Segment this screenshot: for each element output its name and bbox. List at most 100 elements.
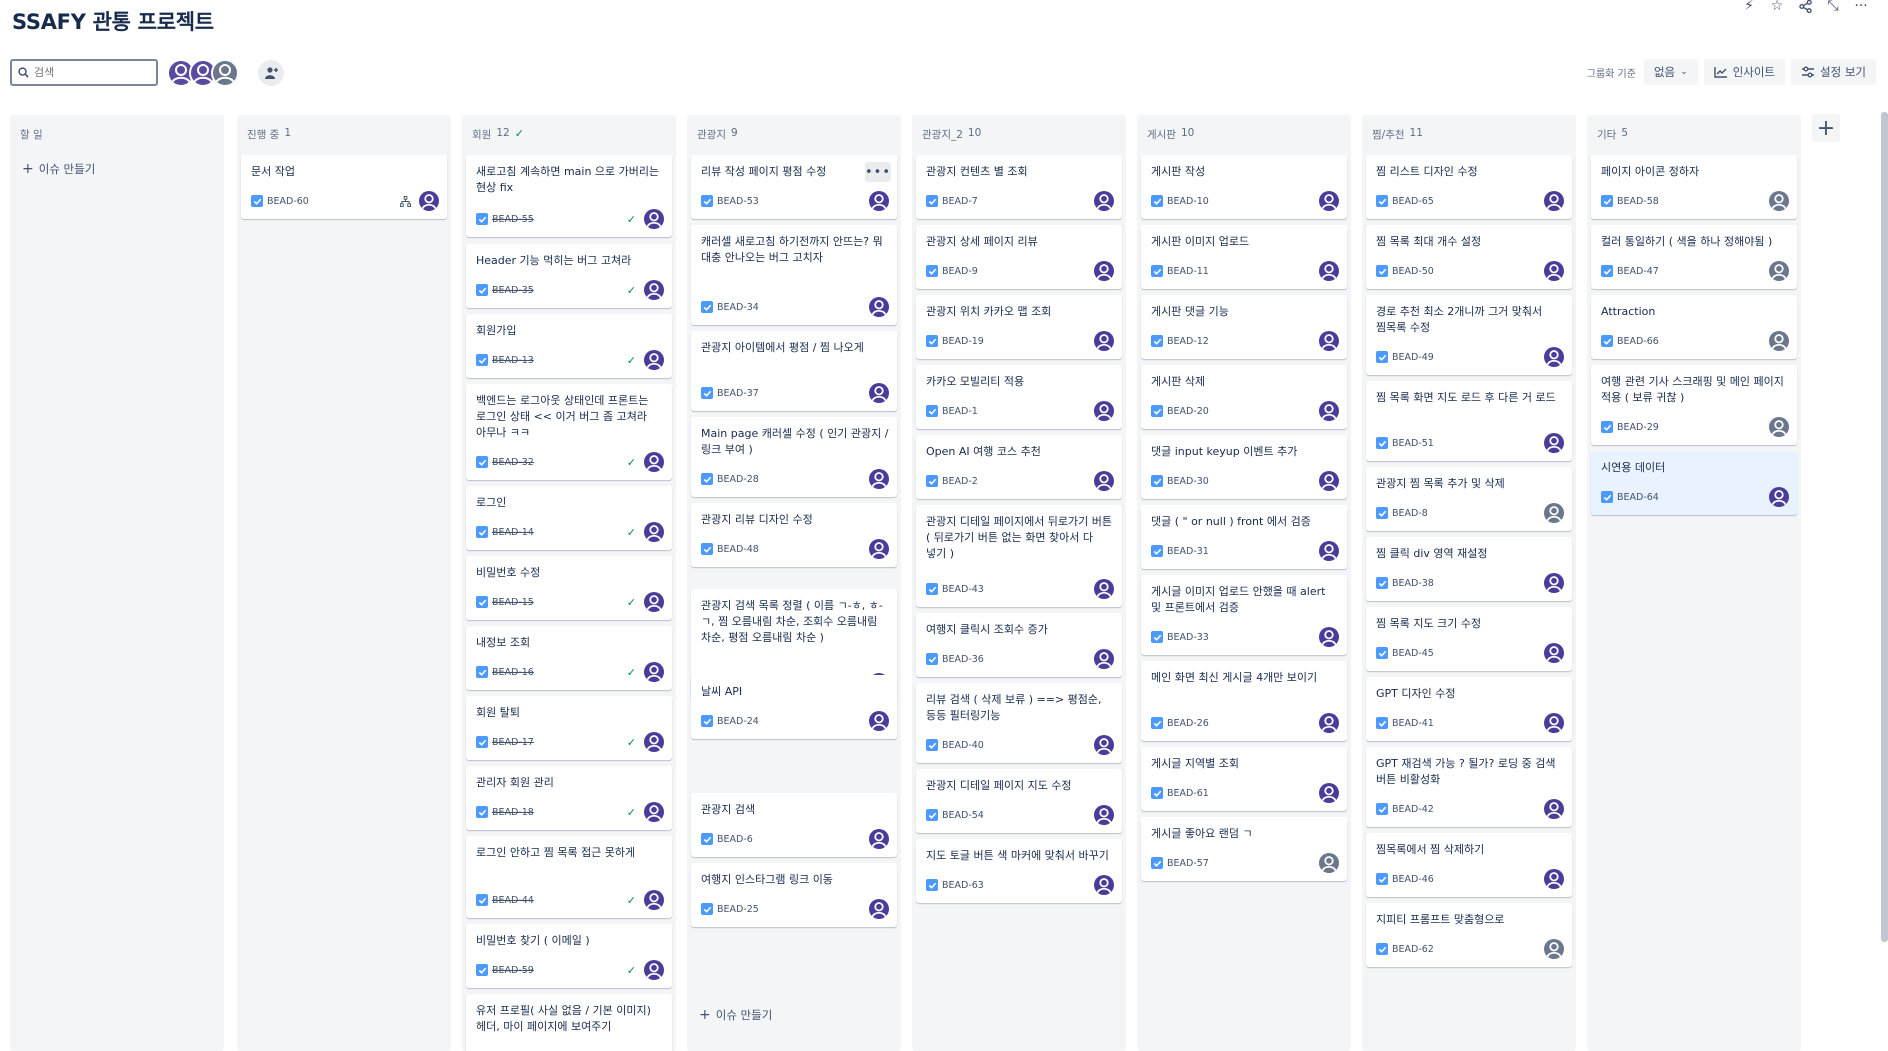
- assignee-avatar[interactable]: [644, 662, 664, 682]
- issue-key[interactable]: BEAD-17: [492, 737, 534, 748]
- issue-key[interactable]: BEAD-41: [1392, 718, 1434, 729]
- assignee-avatar[interactable]: [1319, 783, 1339, 803]
- issue-key[interactable]: BEAD-37: [717, 388, 759, 399]
- issue-card[interactable]: 댓글 input keyup 이벤트 추가 BEAD-30: [1141, 435, 1347, 499]
- issue-card[interactable]: 회원가입 BEAD-13 ✓: [466, 314, 672, 378]
- issue-card[interactable]: Main page 캐러셀 수정 ( 인기 관광지 / 링크 부여 ) BEAD-…: [691, 417, 897, 497]
- issue-card[interactable]: 지도 토글 버튼 색 마커에 맞춰서 바꾸기 BEAD-63: [916, 839, 1122, 903]
- issue-key[interactable]: BEAD-43: [942, 584, 984, 595]
- issue-card[interactable]: 관광지 컨텐츠 별 조회 BEAD-7: [916, 155, 1122, 219]
- issue-key[interactable]: BEAD-25: [717, 904, 759, 915]
- assignee-avatar[interactable]: [1319, 853, 1339, 873]
- group-by-select[interactable]: 없음 ⌄: [1643, 59, 1698, 85]
- issue-card[interactable]: GPT 디자인 수정 BEAD-41: [1366, 677, 1572, 741]
- issue-key[interactable]: BEAD-6: [717, 834, 753, 845]
- issue-key[interactable]: BEAD-62: [1392, 944, 1434, 955]
- issue-card[interactable]: 경로 추천 최소 2개니까 그거 맞춰서 찜목록 수정 BEAD-49: [1366, 295, 1572, 375]
- assignee-avatar[interactable]: [869, 383, 889, 403]
- issue-key[interactable]: BEAD-12: [1167, 336, 1209, 347]
- issue-card[interactable]: 시연용 데이터 BEAD-64: [1591, 451, 1797, 515]
- issue-card[interactable]: 찜 리스트 디자인 수정 BEAD-65: [1366, 155, 1572, 219]
- issue-card[interactable]: 백엔드는 로그아웃 상태인데 프론트는 로그인 상태 << 이거 버그 좀 고쳐…: [466, 384, 672, 480]
- assignee-avatar[interactable]: [869, 829, 889, 849]
- issue-card[interactable]: 로그인 BEAD-14 ✓: [466, 486, 672, 550]
- assignee-avatar[interactable]: [1544, 347, 1564, 367]
- issue-key[interactable]: BEAD-35: [492, 285, 534, 296]
- assignee-avatar[interactable]: [1094, 649, 1114, 669]
- issue-key[interactable]: BEAD-2: [942, 476, 978, 487]
- issue-card[interactable]: 메인 화면 최신 게시글 4개만 보이기 BEAD-26: [1141, 661, 1347, 741]
- issue-card[interactable]: 리뷰 작성 페이지 평점 수정 ••• BEAD-53: [691, 155, 897, 219]
- more-icon[interactable]: ···: [1852, 0, 1870, 14]
- issue-key[interactable]: BEAD-66: [1617, 336, 1659, 347]
- issue-key[interactable]: BEAD-1: [942, 406, 978, 417]
- issue-key[interactable]: BEAD-14: [492, 527, 534, 538]
- issue-key[interactable]: BEAD-57: [1167, 858, 1209, 869]
- view-settings-button[interactable]: 설정 보기: [1791, 59, 1876, 85]
- assignee-avatar[interactable]: [1544, 503, 1564, 523]
- assignee-avatar[interactable]: [1544, 643, 1564, 663]
- issue-key[interactable]: BEAD-45: [1392, 648, 1434, 659]
- issue-card[interactable]: 관광지 찜 목록 추가 및 삭제 BEAD-8: [1366, 467, 1572, 531]
- assignee-avatar[interactable]: [644, 960, 664, 980]
- collapse-icon[interactable]: ⤡: [1824, 0, 1842, 14]
- issue-key[interactable]: BEAD-19: [942, 336, 984, 347]
- assignee-avatar[interactable]: [644, 209, 664, 229]
- assignee-avatar[interactable]: [644, 592, 664, 612]
- issue-key[interactable]: BEAD-29: [1617, 422, 1659, 433]
- assignee-avatar[interactable]: [644, 280, 664, 300]
- issue-card[interactable]: 새로고침 계속하면 main 으로 가버리는 현상 fix BEAD-55 ✓: [466, 155, 672, 237]
- assignee-avatar[interactable]: [1094, 579, 1114, 599]
- issue-key[interactable]: BEAD-32: [492, 457, 534, 468]
- issue-key[interactable]: BEAD-31: [1167, 546, 1209, 557]
- issue-key[interactable]: BEAD-7: [942, 196, 978, 207]
- assignee-avatar[interactable]: [1094, 471, 1114, 491]
- assignee-avatar[interactable]: [1094, 875, 1114, 895]
- issue-key[interactable]: BEAD-49: [1392, 352, 1434, 363]
- issue-card[interactable]: 찜 목록 화면 지도 로드 후 다른 거 로드 BEAD-51: [1366, 381, 1572, 461]
- issue-card[interactable]: 게시글 이미지 업로드 안했을 때 alert 및 프론트에서 검증 BEAD-3…: [1141, 575, 1347, 655]
- issue-card[interactable]: 비밀번호 찾기 ( 이메일 ) BEAD-59 ✓: [466, 924, 672, 988]
- assignee-avatar[interactable]: [1769, 417, 1789, 437]
- issue-card[interactable]: 카카오 모빌리티 적용 BEAD-1: [916, 365, 1122, 429]
- assignee-avatar[interactable]: [1544, 713, 1564, 733]
- issue-card[interactable]: 찜목록에서 찜 삭제하기 BEAD-46: [1366, 833, 1572, 897]
- issue-card[interactable]: 관광지 디테일 페이지에서 뒤로가기 버튼 ( 뒤로가기 버튼 없는 화면 찾아…: [916, 505, 1122, 607]
- issue-key[interactable]: BEAD-60: [267, 196, 309, 207]
- add-people-button[interactable]: [258, 60, 284, 86]
- issue-key[interactable]: BEAD-18: [492, 807, 534, 818]
- add-column-button[interactable]: +: [1812, 114, 1840, 142]
- issue-key[interactable]: BEAD-46: [1392, 874, 1434, 885]
- assignee-avatar[interactable]: [869, 711, 889, 731]
- assignee-avatar[interactable]: [869, 899, 889, 919]
- assignee-avatar[interactable]: [1769, 487, 1789, 507]
- issue-card[interactable]: 지피티 프롬프트 맞춤형으로 BEAD-62: [1366, 903, 1572, 967]
- issue-card[interactable]: 리뷰 검색 ( 삭제 보류 ) ==> 평점순, 등등 필터링기능 BEAD-40: [916, 683, 1122, 763]
- issue-card[interactable]: Open AI 여행 코스 추천 BEAD-2: [916, 435, 1122, 499]
- search-box[interactable]: [10, 59, 158, 86]
- assignee-avatar[interactable]: [1319, 713, 1339, 733]
- issue-card[interactable]: 비밀번호 수정 BEAD-15 ✓: [466, 556, 672, 620]
- issue-key[interactable]: BEAD-26: [1167, 718, 1209, 729]
- issue-card[interactable]: 게시판 댓글 기능 BEAD-12: [1141, 295, 1347, 359]
- assignee-avatar[interactable]: [1319, 627, 1339, 647]
- assignee-avatar[interactable]: [1544, 799, 1564, 819]
- assignee-avatar[interactable]: [1319, 401, 1339, 421]
- assignee-avatar[interactable]: [1544, 433, 1564, 453]
- issue-key[interactable]: BEAD-16: [492, 667, 534, 678]
- issue-key[interactable]: BEAD-34: [717, 302, 759, 313]
- issue-key[interactable]: BEAD-30: [1167, 476, 1209, 487]
- share-icon[interactable]: [1796, 0, 1814, 14]
- issue-card[interactable]: 게시글 좋아요 랜덤 ㄱ BEAD-57: [1141, 817, 1347, 881]
- issue-key[interactable]: BEAD-11: [1167, 266, 1209, 277]
- issue-card[interactable]: 찜 클릭 div 영역 재설정 BEAD-38: [1366, 537, 1572, 601]
- assignee-avatar[interactable]: [1769, 331, 1789, 351]
- assignee-avatar[interactable]: [869, 539, 889, 559]
- assignee-avatar[interactable]: [1544, 869, 1564, 889]
- automation-icon[interactable]: ⚡: [1740, 0, 1758, 14]
- issue-key[interactable]: BEAD-63: [942, 880, 984, 891]
- issue-card[interactable]: 관광지 위치 카카오 맵 조회 BEAD-19: [916, 295, 1122, 359]
- issue-card[interactable]: 관광지 아이템에서 평점 / 찜 나오게 BEAD-37: [691, 331, 897, 411]
- assignee-avatar[interactable]: [1544, 939, 1564, 959]
- assignee-avatar[interactable]: [1544, 573, 1564, 593]
